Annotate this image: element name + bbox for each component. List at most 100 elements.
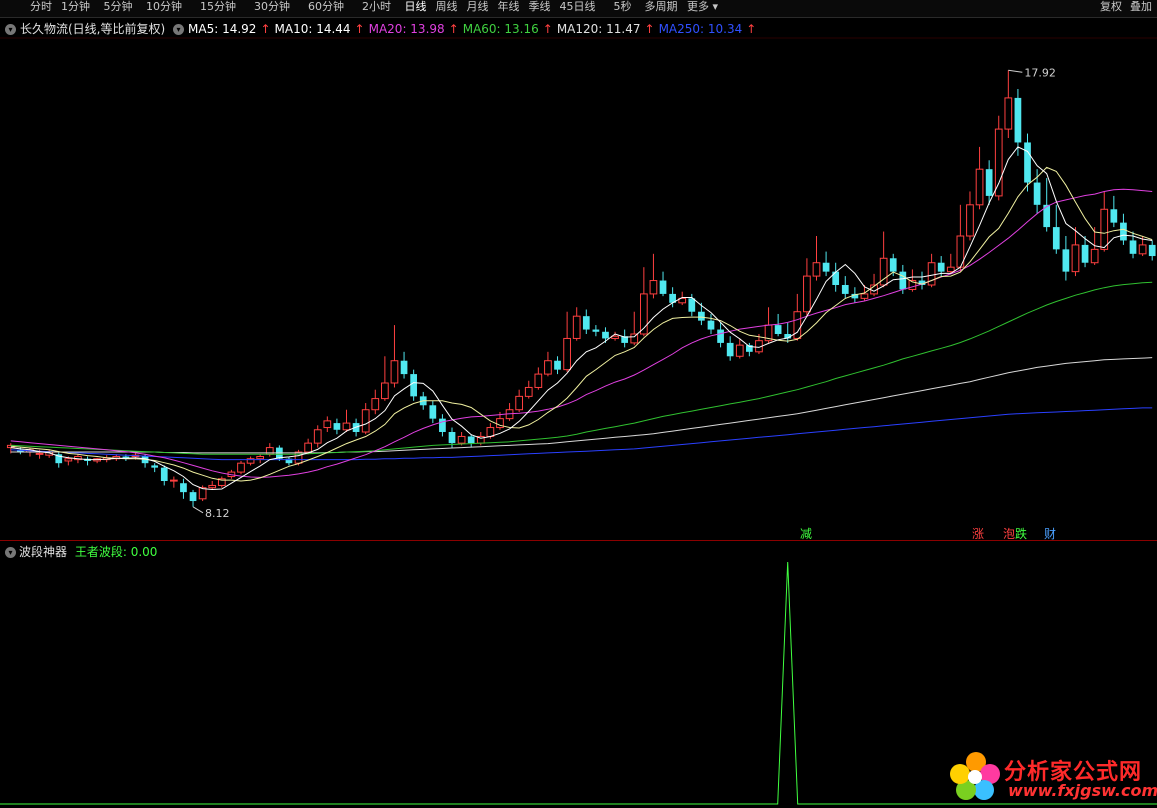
candle[interactable] xyxy=(342,409,351,432)
up-arrow-icon: ↑ xyxy=(354,22,365,36)
indicator-value: 王者波段: 0.00 xyxy=(74,545,158,559)
candle[interactable] xyxy=(822,251,830,277)
candle[interactable] xyxy=(544,351,552,377)
candle[interactable] xyxy=(217,476,226,488)
candle[interactable] xyxy=(812,236,821,281)
candle[interactable] xyxy=(659,271,667,297)
candle[interactable] xyxy=(285,456,293,466)
candle[interactable] xyxy=(975,146,984,210)
candle[interactable] xyxy=(208,481,217,490)
candle[interactable] xyxy=(774,313,782,337)
candle[interactable] xyxy=(707,313,715,334)
up-arrow-icon: ↑ xyxy=(746,22,757,36)
candle[interactable] xyxy=(151,463,159,473)
candle[interactable] xyxy=(313,425,322,448)
candle[interactable] xyxy=(237,460,245,475)
ma-legend-1: MA10: 14.44 xyxy=(274,22,351,36)
high-price-label: 17.92 xyxy=(1024,66,1056,79)
candle[interactable] xyxy=(333,418,341,435)
candle[interactable] xyxy=(160,465,168,486)
ma-legend-0: MA5: 14.92 xyxy=(188,22,257,36)
candle[interactable] xyxy=(400,351,408,379)
candle[interactable] xyxy=(1110,195,1118,228)
signal-marker-1: 涨 xyxy=(972,526,984,540)
candle[interactable] xyxy=(256,454,265,464)
candle[interactable] xyxy=(563,311,571,372)
candle[interactable] xyxy=(946,253,955,274)
signal-marker-3: 跌 xyxy=(1015,526,1027,540)
candle[interactable] xyxy=(410,369,418,401)
up-arrow-icon: ↑ xyxy=(448,22,459,36)
candle[interactable] xyxy=(524,380,533,399)
candle[interactable] xyxy=(726,336,734,361)
chevron-down-icon[interactable]: ▾ xyxy=(5,547,16,558)
candle[interactable] xyxy=(169,476,178,488)
candle[interactable] xyxy=(592,325,600,337)
ma120-line xyxy=(10,357,1153,454)
signal-marker-0: 减 xyxy=(800,527,812,540)
signal-marker-2: 泡 xyxy=(1003,527,1015,540)
candle[interactable] xyxy=(361,403,370,435)
candle[interactable] xyxy=(390,325,399,388)
candle[interactable] xyxy=(467,434,475,448)
candle[interactable] xyxy=(841,276,849,299)
flower-logo-icon xyxy=(950,752,1000,800)
candle[interactable] xyxy=(927,253,936,288)
ma-legend-5: MA250: 10.34 xyxy=(658,22,743,36)
candle[interactable] xyxy=(784,322,792,343)
ma20-line xyxy=(10,188,1153,478)
candle[interactable] xyxy=(649,253,658,299)
candle[interactable] xyxy=(1100,191,1109,252)
ma-legend-4: MA120: 11.47 xyxy=(556,22,641,36)
indicator-legend: ▾ 波段神器 王者波段: 0.00 xyxy=(5,543,157,560)
up-arrow-icon: ↑ xyxy=(260,22,271,36)
candle[interactable] xyxy=(180,478,187,499)
low-pointer xyxy=(192,506,204,514)
ma-legend-items: MA5: 14.92 ↑ MA10: 14.44 ↑ MA20: 13.98 ↑ MA60:… xyxy=(188,22,760,36)
candle[interactable] xyxy=(371,389,380,415)
settings-circle-icon[interactable]: ▾ xyxy=(173,24,185,35)
candle[interactable] xyxy=(55,452,63,468)
candle[interactable] xyxy=(966,191,974,241)
ma60-line xyxy=(10,281,1153,455)
candle[interactable] xyxy=(323,416,332,432)
candle[interactable] xyxy=(505,403,514,421)
candle[interactable] xyxy=(1062,236,1070,281)
candle[interactable] xyxy=(1148,240,1156,261)
candle[interactable] xyxy=(582,309,590,335)
watermark-url: www.fxjgsw.com xyxy=(1008,781,1157,800)
candle[interactable] xyxy=(735,338,744,359)
chevron-down-icon[interactable]: ▾ xyxy=(5,24,16,35)
candle[interactable] xyxy=(246,456,255,466)
candle[interactable] xyxy=(1071,227,1080,277)
low-price-label: 8.12 xyxy=(205,507,230,520)
candle[interactable] xyxy=(717,322,724,348)
candle[interactable] xyxy=(572,307,581,341)
candle[interactable] xyxy=(918,271,926,290)
candle[interactable] xyxy=(832,262,840,292)
candle[interactable] xyxy=(1033,169,1041,214)
candle[interactable] xyxy=(1004,70,1013,138)
candle[interactable] xyxy=(93,457,101,464)
candle[interactable] xyxy=(439,414,446,437)
candle[interactable] xyxy=(621,329,629,348)
candle[interactable] xyxy=(429,400,437,424)
candle[interactable] xyxy=(189,489,197,507)
up-arrow-icon: ↑ xyxy=(542,22,553,36)
candle[interactable] xyxy=(698,302,705,326)
price-chart[interactable]: 17.92 8.12 减 涨 泡跌 财 xyxy=(0,0,1157,540)
candle[interactable] xyxy=(1052,204,1060,254)
candle[interactable] xyxy=(515,389,524,412)
candle[interactable] xyxy=(84,456,91,466)
candle[interactable] xyxy=(803,258,811,317)
candle[interactable] xyxy=(1014,89,1022,156)
candle[interactable] xyxy=(534,367,543,390)
stock-title: 长久物流(日线,等比前复权) xyxy=(20,22,166,36)
ma10-line xyxy=(10,166,1153,482)
main-legend: ▾ 长久物流(日线,等比前复权) ▾ MA5: 14.92 ↑ MA10: 14.44 ↑… xyxy=(5,20,764,36)
candle[interactable] xyxy=(554,356,561,375)
candle[interactable] xyxy=(1043,178,1051,232)
candle[interactable] xyxy=(630,311,639,346)
candle[interactable] xyxy=(381,356,389,401)
candle[interactable] xyxy=(457,432,466,446)
